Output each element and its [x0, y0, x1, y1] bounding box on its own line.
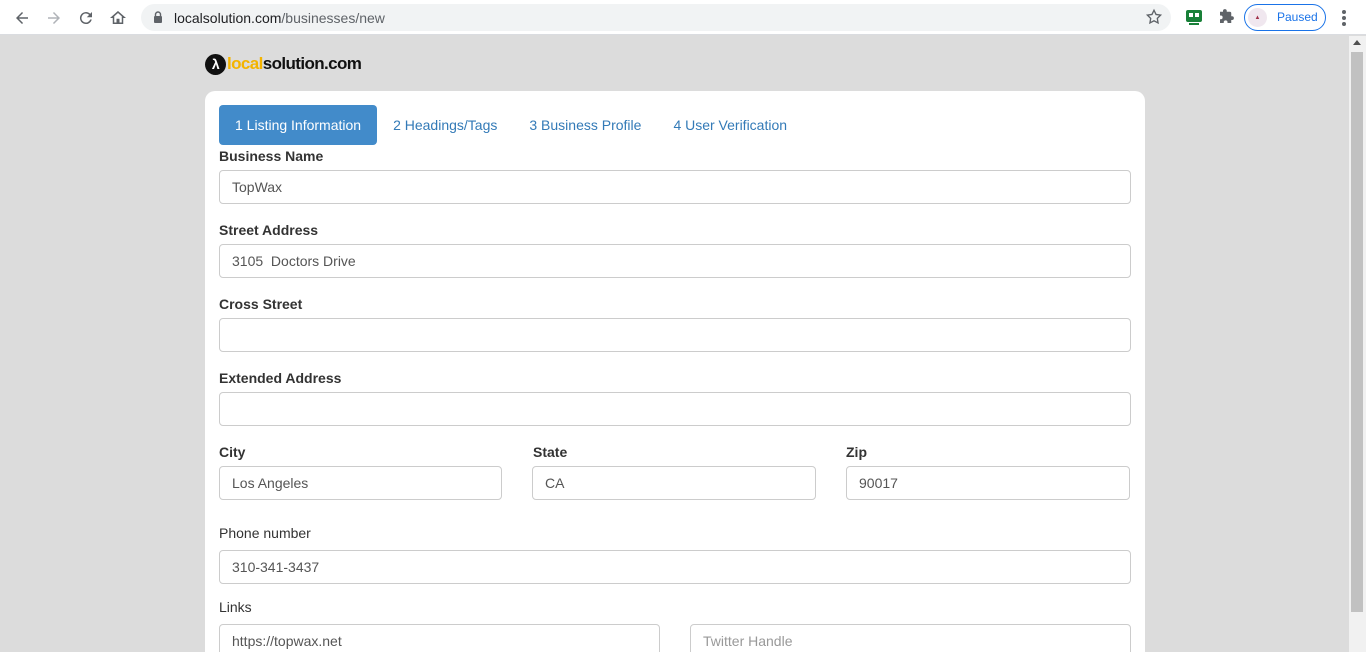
logo-text-rest: solution.com — [262, 54, 362, 73]
page-scrollbar[interactable] — [1349, 36, 1366, 652]
cross-street-label: Cross Street — [219, 296, 303, 312]
zip-input[interactable] — [846, 466, 1130, 500]
extended-address-input[interactable] — [219, 392, 1131, 426]
state-input[interactable] — [532, 466, 816, 500]
street-address-input[interactable] — [219, 244, 1131, 278]
twitter-handle-input[interactable] — [690, 624, 1131, 652]
address-bar[interactable]: localsolution.com/businesses/new — [141, 4, 1171, 31]
phone-number-label: Phone number — [219, 525, 311, 541]
forward-icon[interactable] — [42, 6, 66, 30]
bookmark-star-icon[interactable] — [1145, 8, 1163, 26]
url-text: localsolution.com/businesses/new — [174, 10, 385, 26]
browser-menu-icon[interactable] — [1336, 8, 1352, 28]
cross-street-input[interactable] — [219, 318, 1131, 352]
wizard-tabs: 1 Listing Information 2 Headings/Tags 3 … — [219, 105, 803, 145]
logo-mark-icon: λ — [205, 53, 226, 75]
tab-user-verification[interactable]: 4 User Verification — [657, 105, 803, 145]
reload-icon[interactable] — [74, 6, 98, 30]
lock-icon — [154, 11, 162, 23]
back-icon[interactable] — [10, 6, 34, 30]
home-icon[interactable] — [106, 6, 130, 30]
tab-listing-information[interactable]: 1 Listing Information — [219, 105, 378, 145]
state-label: State — [533, 444, 568, 460]
logo-text-local: local — [227, 54, 263, 73]
avatar: ▲ — [1248, 8, 1267, 27]
scroll-up-arrow-icon[interactable] — [1353, 40, 1361, 45]
zip-label: Zip — [846, 444, 867, 460]
tab-headings-tags[interactable]: 2 Headings/Tags — [377, 105, 513, 145]
phone-number-input[interactable] — [219, 550, 1131, 584]
browser-toolbar: localsolution.com/businesses/new ▲ Pause… — [0, 0, 1366, 35]
extensions-puzzle-icon[interactable] — [1216, 7, 1236, 27]
scrollbar-thumb[interactable] — [1351, 52, 1363, 612]
profile-status-label: Paused — [1277, 10, 1318, 24]
extended-address-label: Extended Address — [219, 370, 342, 386]
street-address-label: Street Address — [219, 222, 319, 238]
links-label: Links — [219, 599, 252, 615]
tab-business-profile[interactable]: 3 Business Profile — [513, 105, 657, 145]
business-name-label: Business Name — [219, 148, 324, 164]
listing-form-panel: 1 Listing Information 2 Headings/Tags 3 … — [205, 91, 1145, 652]
website-url-input[interactable] — [219, 624, 660, 652]
city-label: City — [219, 444, 246, 460]
profile-paused-button[interactable]: ▲ Paused — [1244, 4, 1326, 31]
city-input[interactable] — [219, 466, 502, 500]
extension-screen-icon[interactable] — [1184, 7, 1204, 27]
business-name-input[interactable] — [219, 170, 1131, 204]
site-logo[interactable]: λ local solution.com — [205, 53, 362, 75]
